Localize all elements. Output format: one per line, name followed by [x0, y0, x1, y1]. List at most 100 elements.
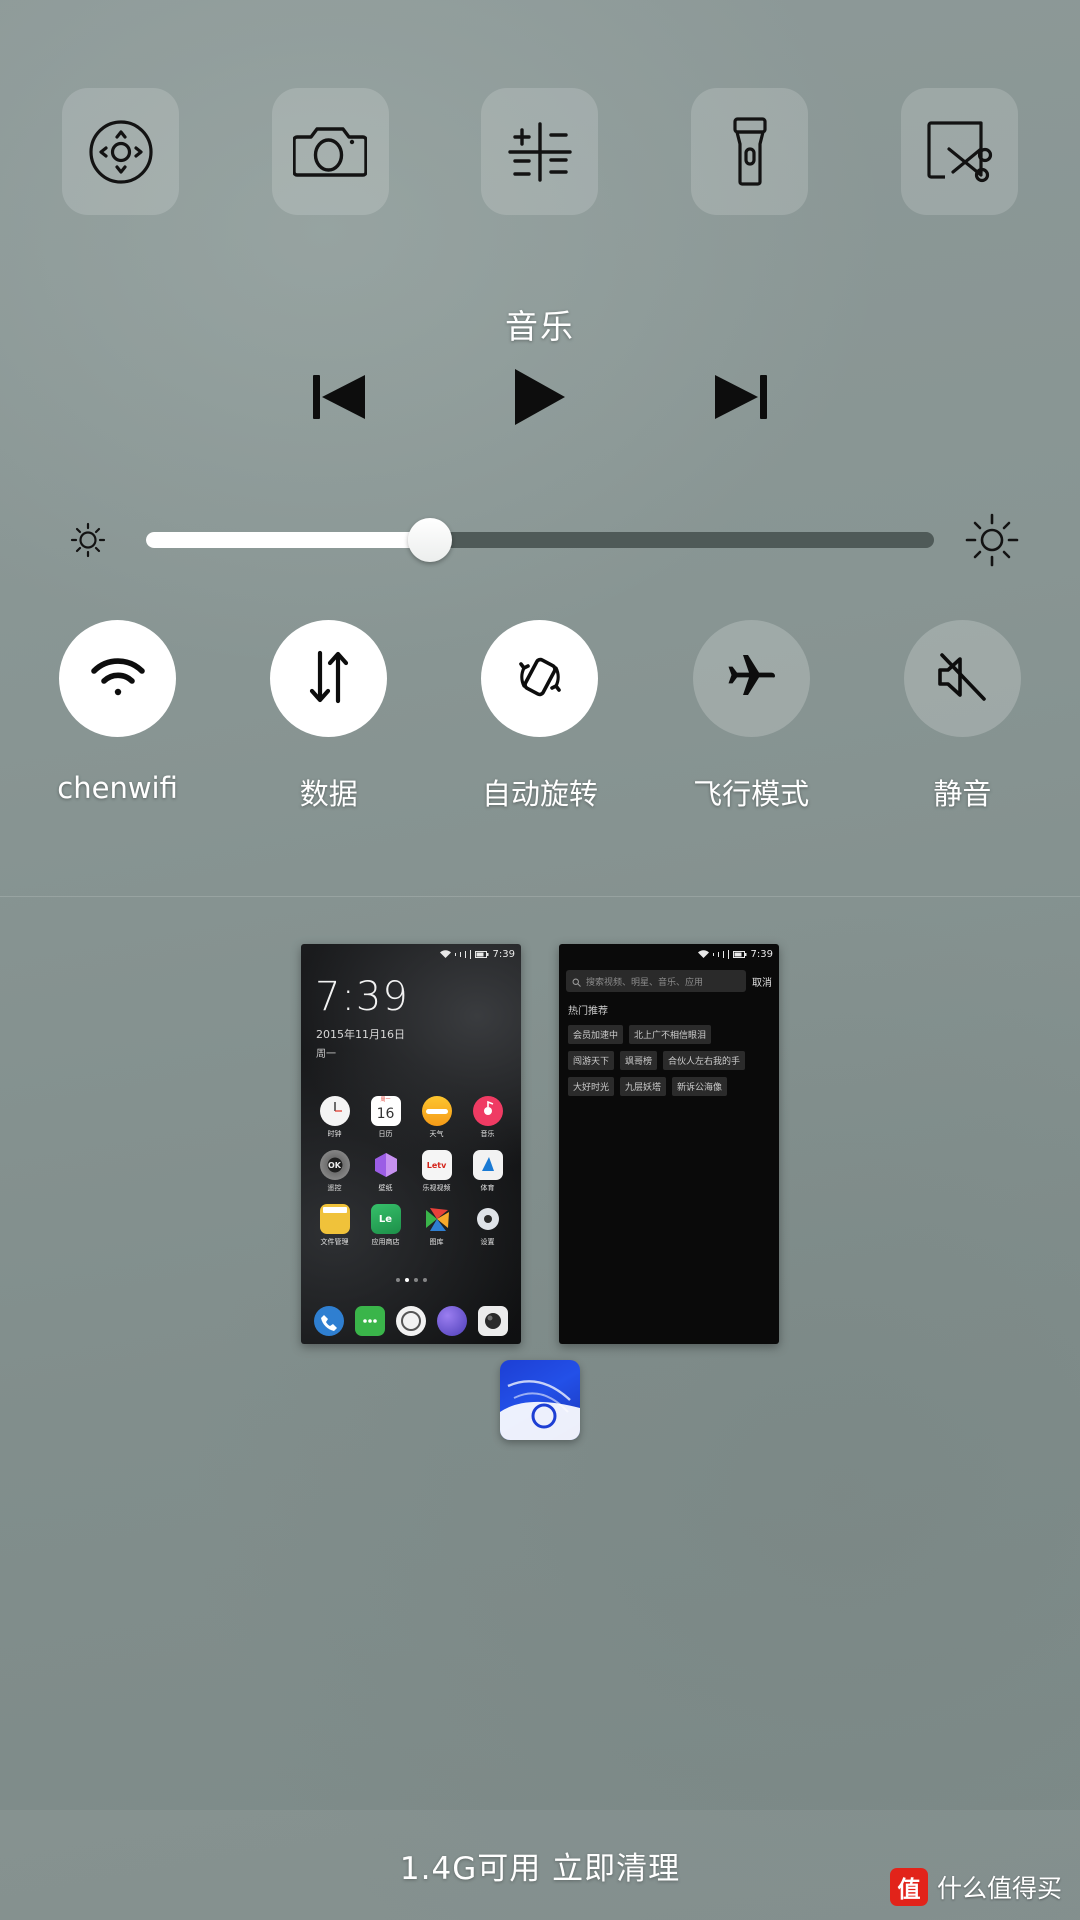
launcher-app-weather[interactable]: 天气	[411, 1096, 462, 1139]
thumb-status-time: 7:39	[750, 948, 773, 960]
shortcut-dpad[interactable]	[62, 88, 180, 215]
launcher-app-letv[interactable]: Letv 乐视视频	[411, 1150, 462, 1193]
recent-app-launcher[interactable]: 7:39 7:39 2015年11月16日 周一 时钟 周一 16 日历 天气 …	[301, 944, 521, 1344]
settings-app-icon	[473, 1204, 503, 1234]
hot-tag[interactable]: 闯游天下	[568, 1051, 615, 1070]
toggle-airplane-mode-circle[interactable]	[692, 620, 810, 737]
launcher-app-settings[interactable]: 设置	[462, 1204, 513, 1247]
mute-icon	[934, 651, 990, 707]
previous-track-button[interactable]	[296, 358, 384, 440]
launcher-app-wallpaper[interactable]: 壁纸	[360, 1150, 411, 1193]
search-bar-row: 搜索视频、明星、音乐、应用 取消	[559, 964, 779, 992]
app-store-app-icon: Le	[370, 1204, 401, 1234]
launcher-app-remote[interactable]: OK 遥控	[309, 1150, 360, 1193]
toggle-airplane-mode-label: 飞行模式	[693, 777, 810, 811]
toggle-mute[interactable]: 静音	[874, 620, 1050, 813]
toggle-airplane-mode[interactable]: 飞行模式	[663, 620, 839, 813]
toggle-auto-rotate-circle[interactable]	[481, 620, 599, 737]
music-controls	[0, 358, 1080, 440]
search-input[interactable]: 搜索视频、明星、音乐、应用	[566, 970, 746, 992]
section-divider	[0, 896, 1080, 897]
toggle-mute-circle[interactable]	[903, 620, 1021, 737]
toggle-auto-rotate[interactable]: 自动旋转	[452, 620, 628, 813]
shortcut-screenshot[interactable]	[900, 88, 1018, 215]
messages-dock-icon[interactable]	[355, 1306, 386, 1336]
shortcut-flashlight[interactable]	[691, 88, 809, 215]
wallpaper-app-icon	[371, 1150, 401, 1180]
flashlight-icon	[727, 116, 773, 188]
launcher-dock	[301, 1306, 521, 1336]
camera-icon	[293, 117, 368, 187]
thumb-status-time: 7:39	[492, 948, 515, 960]
launcher-app-label: 乐视视频	[422, 1184, 451, 1192]
launcher-app-label: 音乐	[480, 1130, 495, 1138]
search-cancel-button[interactable]: 取消	[752, 974, 772, 989]
phone-dock-icon[interactable]	[314, 1306, 345, 1336]
hot-tag[interactable]: 飒哥榜	[620, 1051, 658, 1070]
launcher-app-label: 设置	[480, 1238, 495, 1246]
toggle-mobile-data[interactable]: 数据	[241, 620, 417, 813]
gallery-app-icon	[422, 1204, 452, 1234]
next-track-button[interactable]	[696, 358, 784, 440]
lockscreen-clock: 7:39	[315, 974, 409, 1020]
hot-tag[interactable]: 北上广不相信眼泪	[629, 1025, 712, 1044]
recent-app-icon-row	[0, 1360, 1080, 1440]
recent-app-search[interactable]: 7:39 搜索视频、明星、音乐、应用 取消 热门推荐 会员加速中 北上广不相信眼…	[559, 944, 779, 1344]
launcher-app-clock[interactable]: 时钟	[309, 1096, 360, 1139]
hot-recommend-title: 热门推荐	[568, 1006, 608, 1017]
screenshot-scissors-icon	[923, 117, 995, 187]
hot-tag[interactable]: 会员加速中	[568, 1025, 624, 1044]
control-center-screen: 音乐 chenwifi 数据 自动旋转 飞行模式 静音 7:39 7:39 20…	[0, 0, 1080, 1920]
brightness-high-icon[interactable]	[956, 511, 1028, 569]
brightness-low-icon[interactable]	[52, 518, 124, 562]
recent-apps-row: 7:39 7:39 2015年11月16日 周一 时钟 周一 16 日历 天气 …	[0, 944, 1080, 1344]
page-dot[interactable]	[422, 1278, 427, 1282]
page-dot-active[interactable]	[404, 1278, 409, 1282]
launcher-app-label: 遥控	[327, 1184, 342, 1192]
music-app-icon	[472, 1096, 503, 1126]
hot-tag[interactable]: 新诉公海像	[672, 1077, 728, 1096]
shortcut-camera[interactable]	[271, 88, 389, 215]
hot-tag[interactable]: 合伙人左右我的手	[663, 1051, 746, 1070]
launcher-app-grid: 时钟 周一 16 日历 天气 音乐 OK 遥控 壁纸 Letv 乐视视频 体育 …	[301, 1096, 521, 1247]
launcher-app-label: 天气	[429, 1130, 444, 1138]
launcher-app-calendar[interactable]: 周一 16 日历	[360, 1096, 411, 1139]
slider-knob[interactable]	[407, 518, 452, 562]
shortcut-calculator[interactable]	[481, 88, 599, 215]
play-button[interactable]	[496, 358, 584, 440]
next-track-icon	[711, 371, 769, 427]
launcher-app-gallery[interactable]: 图库	[411, 1204, 462, 1247]
launcher-app-store[interactable]: Le 应用商店	[360, 1204, 411, 1247]
letv-app-icon: Letv	[421, 1150, 452, 1180]
browser-dock-icon[interactable]	[395, 1306, 426, 1336]
auto-rotate-icon	[512, 649, 568, 709]
launcher-app-sports[interactable]: 体育	[462, 1150, 513, 1193]
toggle-wifi-circle[interactable]	[59, 620, 177, 737]
tag-row: 会员加速中 北上广不相信眼泪	[568, 1025, 779, 1044]
remote-app-icon: OK	[319, 1150, 350, 1180]
toggle-mobile-data-circle[interactable]	[270, 620, 388, 737]
toggle-mute-label: 静音	[933, 777, 992, 811]
brightness-control	[0, 508, 1080, 572]
camera-dock-icon[interactable]	[477, 1306, 508, 1336]
launcher-app-label: 应用商店	[371, 1238, 400, 1246]
launcher-app-file-manager[interactable]: 文件管理	[309, 1204, 360, 1247]
toggle-row: chenwifi 数据 自动旋转 飞行模式 静音	[0, 620, 1080, 813]
launcher-app-label: 时钟	[327, 1130, 342, 1138]
hot-tag[interactable]: 九层妖塔	[620, 1077, 667, 1096]
dpad-icon	[86, 117, 156, 187]
hot-tag[interactable]: 大好时光	[568, 1077, 615, 1096]
page-dot[interactable]	[413, 1278, 418, 1282]
toggle-wifi[interactable]: chenwifi	[30, 620, 206, 805]
mobile-data-icon	[305, 649, 353, 709]
search-placeholder: 搜索视频、明星、音乐、应用	[586, 977, 704, 988]
brightness-slider[interactable]	[146, 508, 934, 572]
globe-dock-icon[interactable]	[436, 1306, 467, 1336]
sports-app-icon	[472, 1150, 503, 1180]
calendar-app-icon: 周一 16	[370, 1096, 401, 1126]
page-dot[interactable]	[395, 1278, 400, 1282]
launcher-app-label: 壁纸	[378, 1184, 393, 1192]
music-title: 音乐	[505, 307, 575, 346]
letv-blue-app-icon[interactable]	[500, 1360, 580, 1440]
launcher-app-music[interactable]: 音乐	[462, 1096, 513, 1139]
